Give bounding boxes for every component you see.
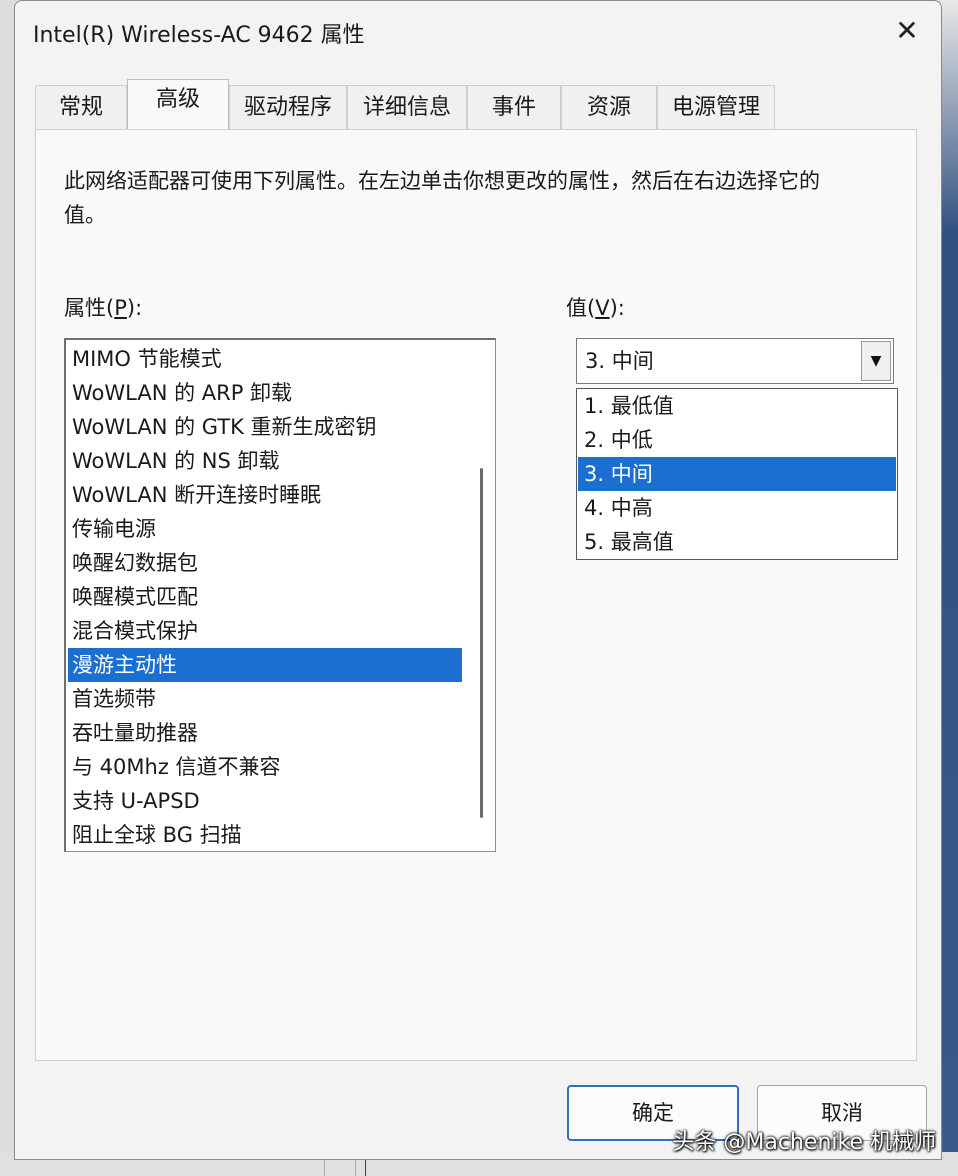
value-label: 值(V): bbox=[566, 292, 625, 322]
tab-general[interactable]: 常规 bbox=[35, 85, 127, 129]
list-item-selected[interactable]: 漫游主动性 bbox=[68, 648, 462, 682]
tab-power-management[interactable]: 电源管理 bbox=[657, 85, 775, 129]
property-label-suffix: ): bbox=[126, 296, 143, 320]
list-item[interactable]: WoWLAN 断开连接时睡眠 bbox=[68, 478, 462, 512]
value-label-suffix: ): bbox=[609, 296, 625, 320]
tab-advanced[interactable]: 高级 bbox=[127, 79, 229, 129]
dropdown-option[interactable]: 5. 最高值 bbox=[578, 525, 896, 559]
property-listbox[interactable]: MIMO 节能模式 WoWLAN 的 ARP 卸载 WoWLAN 的 GTK 重… bbox=[64, 338, 496, 852]
list-item[interactable]: 首选频带 bbox=[68, 682, 462, 716]
dropdown-option-selected[interactable]: 3. 中间 bbox=[578, 457, 896, 491]
list-item[interactable]: 唤醒幻数据包 bbox=[68, 546, 462, 580]
value-dropdown-list[interactable]: 1. 最低值 2. 中低 3. 中间 4. 中高 5. 最高值 bbox=[576, 388, 898, 560]
list-item[interactable]: WoWLAN 的 NS 卸载 bbox=[68, 444, 462, 478]
advanced-tab-panel: 此网络适配器可使用下列属性。在左边单击你想更改的属性，然后在右边选择它的值。 属… bbox=[35, 129, 917, 1061]
list-item[interactable]: 唤醒模式匹配 bbox=[68, 580, 462, 614]
property-label-prefix: 属性( bbox=[64, 296, 115, 320]
list-item[interactable]: 阻止全球 BG 扫描 bbox=[68, 818, 462, 851]
close-button[interactable]: ✕ bbox=[887, 13, 927, 49]
dropdown-option[interactable]: 4. 中高 bbox=[578, 491, 896, 525]
property-list-label: 属性(P): bbox=[64, 292, 142, 322]
properties-dialog: Intel(R) Wireless-AC 9462 属性 ✕ 常规 高级 驱动程… bbox=[14, 0, 942, 1160]
list-item[interactable]: 吞吐量助推器 bbox=[68, 716, 462, 750]
value-label-prefix: 值( bbox=[566, 296, 596, 320]
list-item[interactable]: WoWLAN 的 GTK 重新生成密钥 bbox=[68, 410, 462, 444]
background-window-edge bbox=[940, 0, 958, 1176]
list-item[interactable]: WoWLAN 的 ARP 卸载 bbox=[68, 376, 462, 410]
list-item[interactable]: 支持 U-APSD bbox=[68, 784, 462, 818]
property-label-accesskey: P bbox=[114, 296, 127, 320]
value-combobox[interactable]: 3. 中间 ▼ bbox=[576, 338, 894, 384]
list-item[interactable]: 混合模式保护 bbox=[68, 614, 462, 648]
value-label-accesskey: V bbox=[595, 296, 610, 320]
watermark-text: 头条 @Machenike 机械师 bbox=[672, 1130, 936, 1155]
tab-resources[interactable]: 资源 bbox=[561, 85, 657, 129]
dialog-title: Intel(R) Wireless-AC 9462 属性 bbox=[33, 23, 365, 48]
dropdown-option[interactable]: 1. 最低值 bbox=[578, 389, 896, 423]
combobox-value: 3. 中间 bbox=[585, 349, 654, 373]
list-item[interactable]: 与 40Mhz 信道不兼容 bbox=[68, 750, 462, 784]
listbox-scrollbar[interactable] bbox=[480, 468, 483, 818]
chevron-down-icon[interactable]: ▼ bbox=[861, 341, 891, 381]
tab-driver[interactable]: 驱动程序 bbox=[229, 85, 347, 129]
panel-description: 此网络适配器可使用下列属性。在左边单击你想更改的属性，然后在右边选择它的值。 bbox=[64, 169, 820, 227]
tab-events[interactable]: 事件 bbox=[467, 85, 561, 129]
dropdown-option[interactable]: 2. 中低 bbox=[578, 423, 896, 457]
tab-details[interactable]: 详细信息 bbox=[347, 85, 467, 129]
list-item[interactable]: 传输电源 bbox=[68, 512, 462, 546]
list-item[interactable]: MIMO 节能模式 bbox=[68, 342, 462, 376]
